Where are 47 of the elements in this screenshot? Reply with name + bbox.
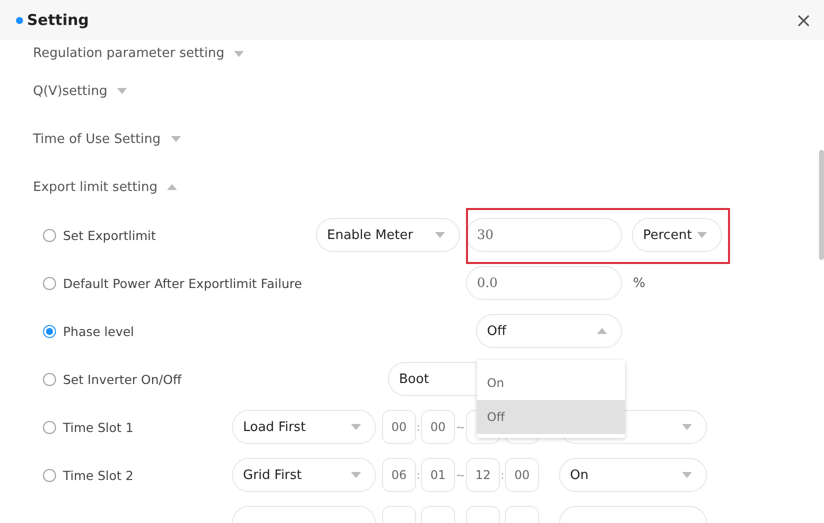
mode-select[interactable]: Load First (232, 410, 376, 444)
minute-field[interactable]: 00 (505, 458, 539, 492)
range-separator: ~ (455, 420, 466, 434)
dropdown-option[interactable]: Off (477, 400, 625, 434)
hour-field[interactable]: 00 (382, 410, 416, 444)
range-separator: ~ (455, 468, 466, 482)
time-separator: : (500, 468, 505, 482)
minute-field[interactable]: 00 (421, 410, 455, 444)
title-dot-icon (16, 16, 23, 24)
time-separator: : (416, 468, 421, 482)
mode-select[interactable]: Grid First (232, 458, 376, 492)
caret-icon (435, 232, 445, 238)
caret-icon (351, 424, 361, 430)
scrollbar[interactable] (819, 150, 824, 260)
hour-field[interactable]: 06 (382, 458, 416, 492)
state-select[interactable]: On (559, 458, 707, 492)
radio-button[interactable] (43, 372, 56, 386)
unit-label: % (633, 276, 646, 290)
radio-button[interactable] (43, 228, 56, 242)
limit-input[interactable]: 30 (466, 218, 622, 252)
radio-button[interactable] (43, 468, 56, 482)
radio-button[interactable] (43, 276, 56, 290)
option-label: Set Inverter On/Off (63, 372, 182, 386)
mode-select[interactable]: Enable Meter (316, 218, 460, 252)
option-label: Time Slot 2 (63, 468, 134, 482)
section-toggle[interactable]: Time of Use Setting (33, 132, 161, 146)
option-label: Set Exportlimit (63, 228, 156, 242)
caret-icon (351, 472, 361, 478)
option-label: Phase level (63, 324, 134, 338)
hour-field[interactable]: 12 (466, 458, 500, 492)
caret-icon (682, 472, 692, 478)
caret-icon (697, 232, 707, 238)
radio-button[interactable] (43, 420, 56, 434)
option-label: Default Power After Exportlimit Failure (63, 276, 302, 290)
time-separator: : (416, 420, 421, 434)
option-label: Time Slot 1 (63, 420, 134, 434)
unit-select[interactable]: Percent (632, 218, 722, 252)
phase-select[interactable]: Off (476, 314, 622, 348)
section-toggle[interactable]: Regulation parameter setting (33, 46, 224, 61)
power-input[interactable]: 0.0 (466, 266, 622, 300)
caret-icon (682, 424, 692, 430)
section-toggle[interactable]: Q(V)setting (33, 84, 108, 98)
minute-field[interactable]: 01 (421, 458, 455, 492)
close-button[interactable]: × (791, 10, 816, 30)
radio-button[interactable] (43, 324, 56, 338)
dialog-title: Setting (27, 11, 89, 29)
section-toggle[interactable]: Export limit setting (33, 180, 158, 194)
